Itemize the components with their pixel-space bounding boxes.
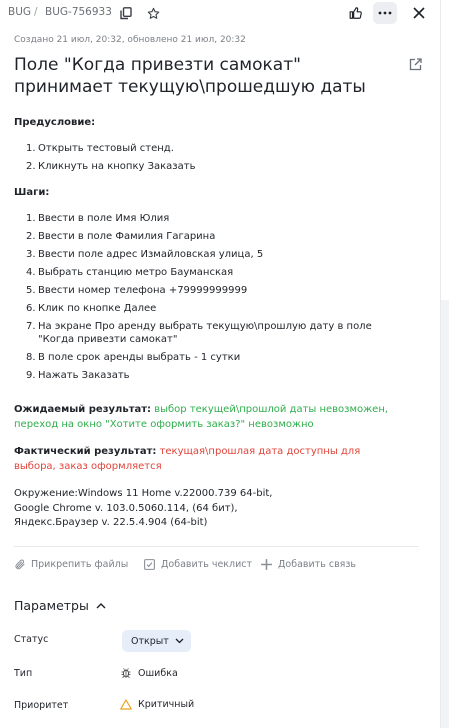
status-select[interactable]: Открыт [122,630,191,652]
list-item-text: На экране Про аренду выбрать текущую\про… [38,321,372,345]
list-item: 9. Нажать Заказать [26,369,396,382]
actual-result-label: Фактический результат: [14,446,157,457]
list-item: 2. Кликнуть на кнопку Заказать [26,160,396,173]
list-item: 5. Ввести номер телефона +79999999999 [26,284,396,297]
list-item-number: 5. [26,285,36,296]
list-item-number: 3. [26,249,36,260]
chevron-up-icon [96,603,106,609]
list-item-text: В поле срок аренды выбрать - 1 сутки [38,352,241,363]
parameters-title: Параметры [14,598,89,613]
list-item: 3. Ввести поле адрес Измайловская улица, … [26,248,396,261]
status-label: Статус [14,634,49,645]
environment-block: Окружение:Windows 11 Home v.22000.739 64… [14,487,394,531]
close-icon[interactable] [408,2,430,24]
copy-icon[interactable] [117,4,135,22]
list-item-number: 2. [26,161,36,172]
status-value: Открыт [131,635,169,647]
breadcrumb-separator: / [34,6,38,18]
attach-files-button[interactable]: Прикрепить файлы [14,558,128,571]
breadcrumb-queue[interactable]: BUG [8,6,31,18]
list-item-text: Ввести в поле Фамилия Гагарина [38,231,216,242]
warning-triangle-icon [120,699,132,710]
breadcrumb-issue-key[interactable]: BUG-756933 [45,6,112,18]
list-item-number: 2. [26,231,36,242]
parameters-toggle[interactable]: Параметры [14,598,106,613]
external-link-icon[interactable] [407,56,423,72]
list-item: 8. В поле срок аренды выбрать - 1 сутки [26,351,396,364]
add-checklist-label: Добавить чеклист [161,559,253,570]
list-item-text: Клик по кнопке Далее [38,303,157,314]
bug-icon [121,668,131,678]
add-checklist-button[interactable]: Добавить чеклист [143,558,252,571]
list-item-text: Ввести поле адрес Измайловская улица, 5 [38,249,264,260]
list-item: 7. На экране Про аренду выбрать текущую\п… [26,320,396,346]
paperclip-icon [15,559,25,570]
list-item: 4. Выбрать станцию метро Бауманская [26,266,396,279]
precondition-list: 1. Открыть тестовый стенд. 2. Кликнуть на к… [26,142,396,178]
list-item-text: Нажать Заказать [38,370,130,381]
star-icon[interactable] [143,3,163,23]
list-item-text: Кликнуть на кнопку Заказать [38,161,196,172]
scrollbar-track[interactable] [441,300,449,728]
type-value-text: Ошибка [138,667,178,679]
type-value[interactable]: Ошибка [120,667,178,679]
plus-icon [261,559,272,570]
priority-value[interactable]: Критичный [120,699,194,710]
precondition-heading: Предусловие: [14,117,96,128]
list-item-text: Ввести номер телефона +79999999999 [38,285,248,296]
issue-title[interactable]: Поле "Когда привезти самокат" принимает … [14,54,384,98]
priority-value-text: Критичный [138,699,195,710]
list-item-number: 9. [26,370,36,381]
environment-line: Google Chrome v. 103.0.5060.114, (64 бит… [14,502,238,514]
priority-label: Приоритет [14,700,69,711]
more-icon[interactable] [373,2,397,24]
list-item-number: 6. [26,303,36,314]
expected-result-label: Ожидаемый результат: [14,404,152,415]
steps-heading: Шаги: [14,187,50,198]
list-item: 6. Клик по кнопке Далее [26,302,396,315]
expected-result: Ожидаемый результат: выбор текущей\прошл… [14,402,389,432]
thumbs-up-icon[interactable] [345,2,367,24]
description-divider [14,546,419,547]
list-item-number: 4. [26,267,36,278]
list-item-number: 8. [26,352,36,363]
list-item: 1. Открыть тестовый стенд. [26,142,396,155]
chevron-down-icon [175,638,184,644]
attach-files-label: Прикрепить файлы [31,559,129,570]
steps-list: 1. Ввести в поле Имя Юлия 2. Ввести в поле … [26,212,396,387]
list-item-text: Выбрать станцию метро Бауманская [38,267,234,278]
list-item-number: 7. [26,321,36,332]
list-item-text: Ввести в поле Имя Юлия [38,213,170,224]
list-item: 2. Ввести в поле Фамилия Гагарина [26,230,396,243]
type-label: Тип [14,668,33,679]
issue-header-bar: BUG / BUG-756933 [0,0,440,26]
list-item-number: 1. [26,213,36,224]
add-link-button[interactable]: Добавить связь [260,558,356,571]
list-item: 1. Ввести в поле Имя Юлия [26,212,396,225]
issue-timestamps: Создано 21 июл, 20:32, обновлено 21 июл,… [14,35,246,45]
add-link-label: Добавить связь [278,559,357,570]
list-item-text: Открыть тестовый стенд. [38,143,174,154]
environment-line: Яндекс.Браузер v. 22.5.4.904 (64-bit) [14,517,208,528]
list-item-number: 1. [26,143,36,154]
environment-line: Окружение:Windows 11 Home v.22000.739 64… [14,488,273,499]
actual-result: Фактический результат: текущая\прошлая д… [14,444,389,474]
checkbox-icon [144,559,155,570]
